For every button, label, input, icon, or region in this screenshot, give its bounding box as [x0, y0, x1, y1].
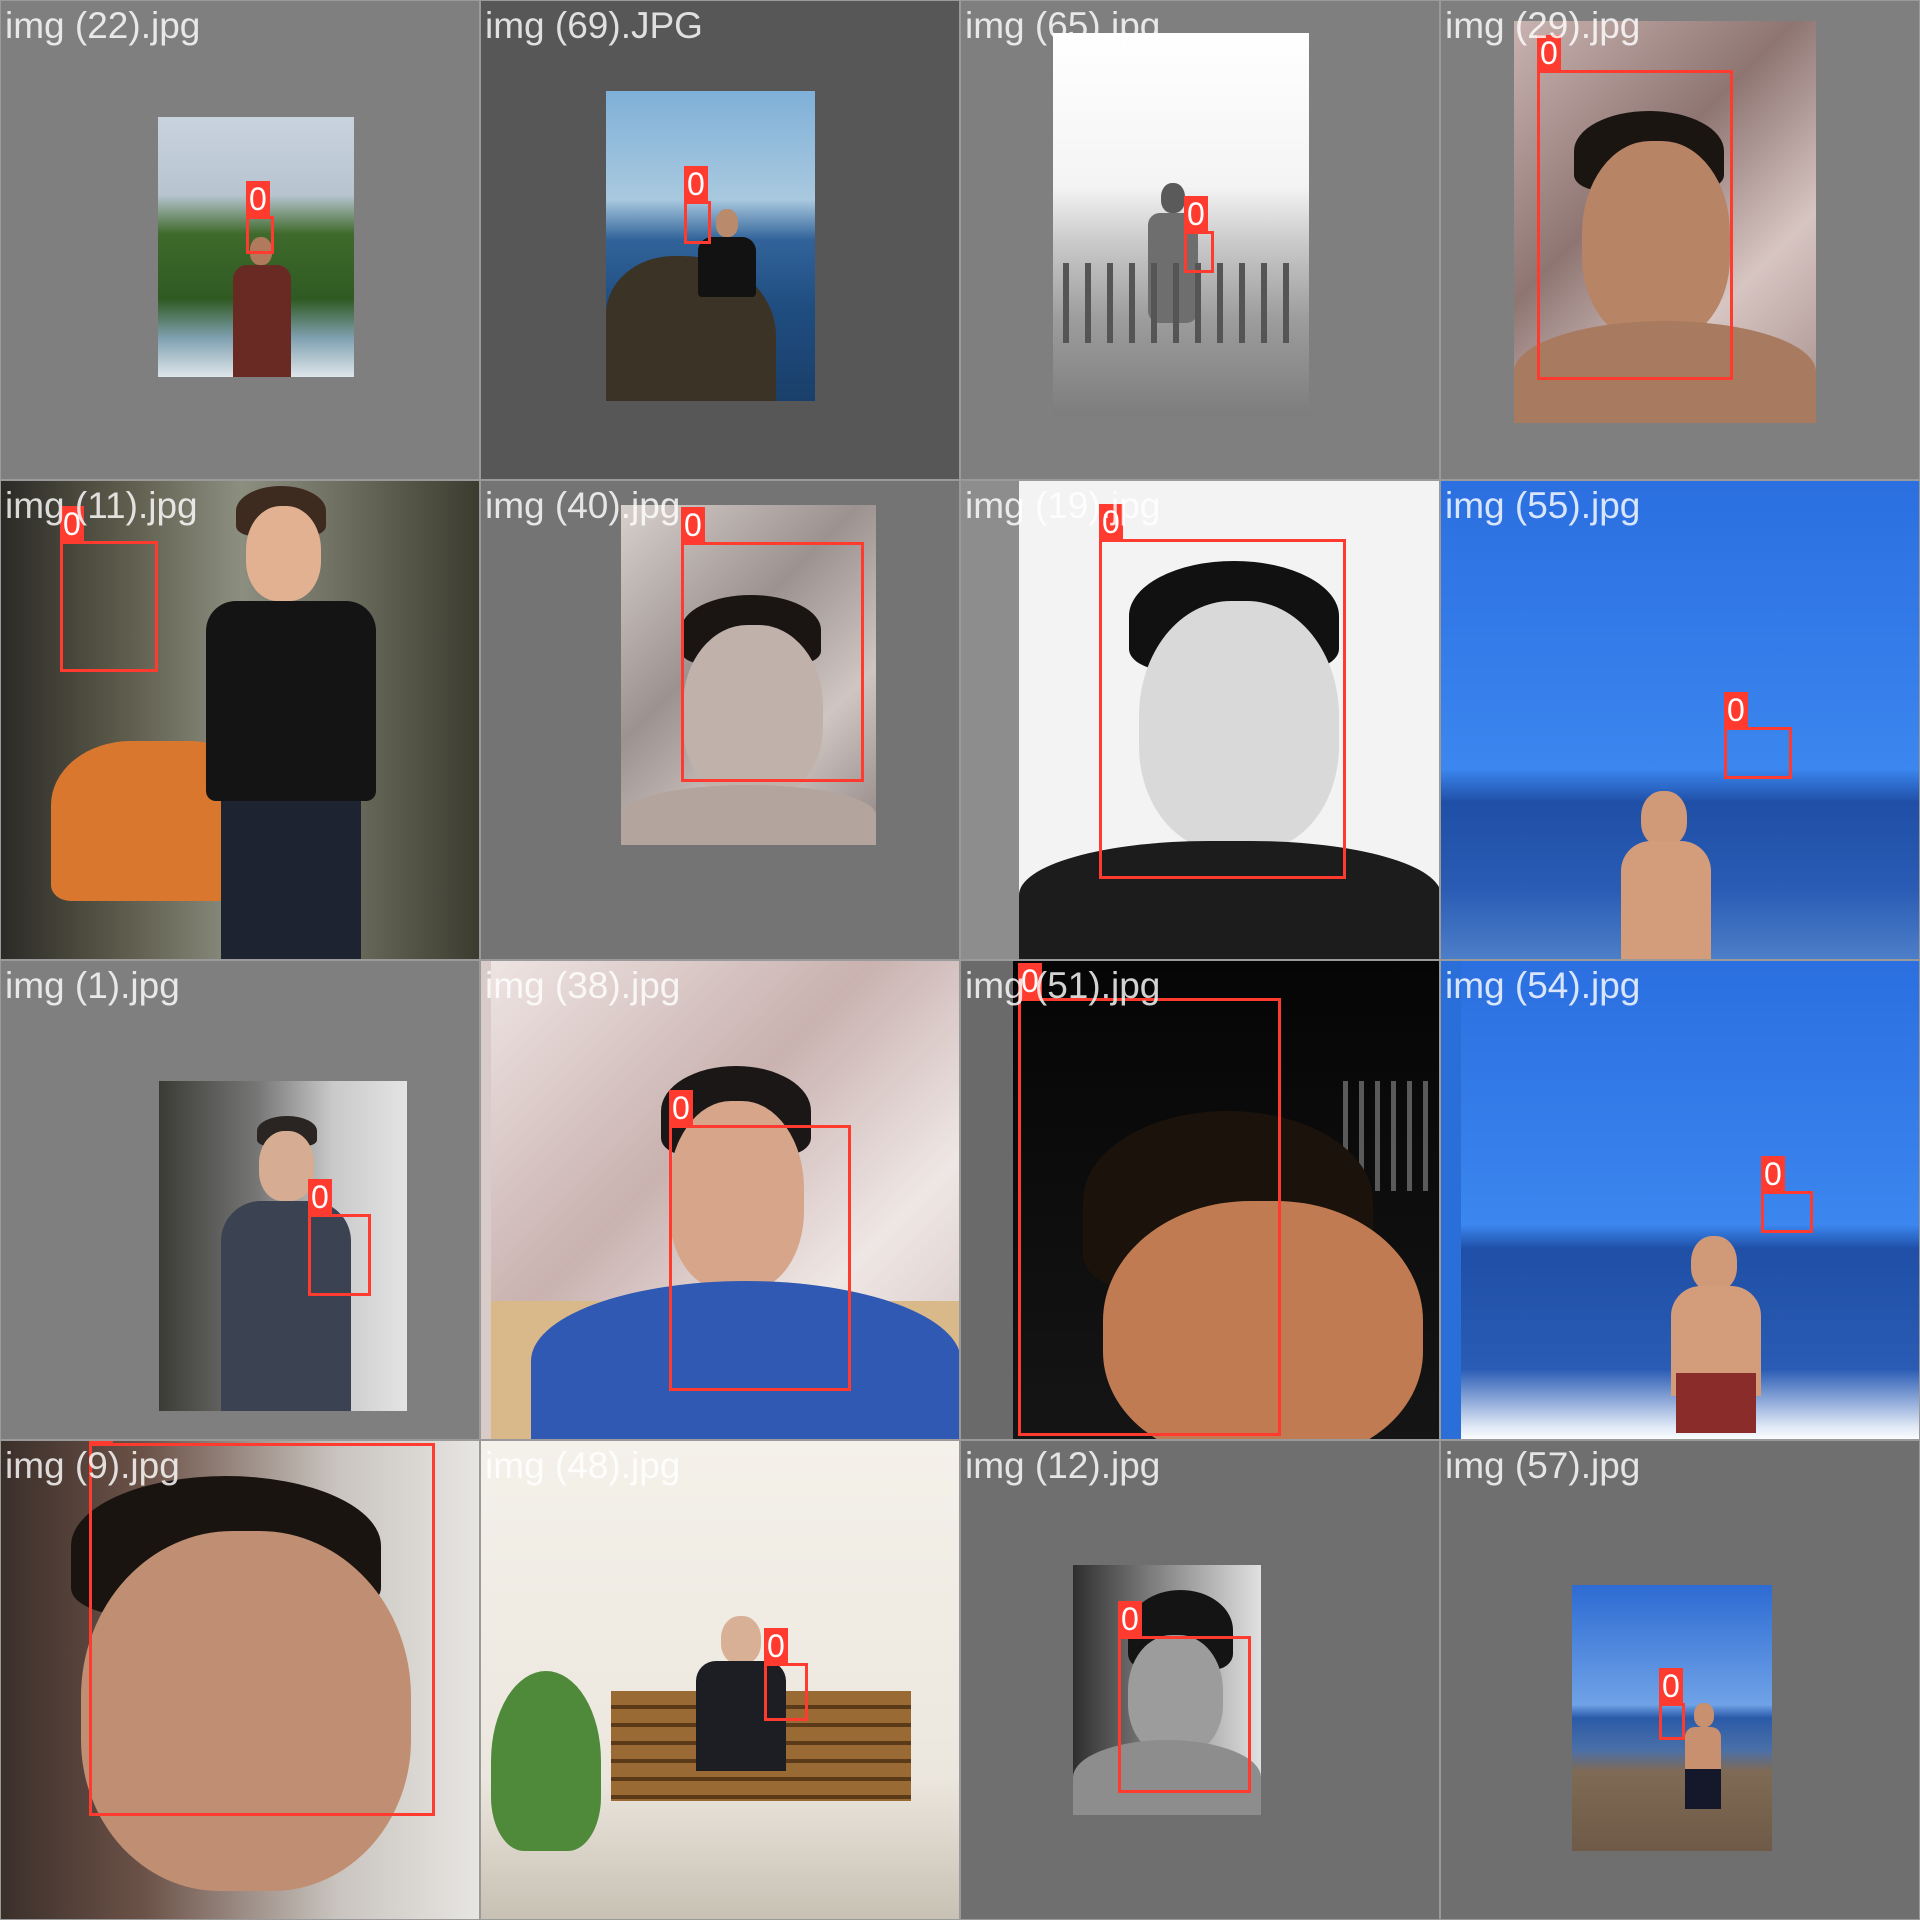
photo: [606, 91, 815, 401]
shorts: [1676, 1373, 1756, 1433]
filename: img (19).jpg: [965, 485, 1161, 526]
detection-box: 0: [764, 1628, 808, 1721]
filename: img (11).jpg: [5, 485, 198, 526]
person: [1694, 1703, 1714, 1727]
fence: [1063, 263, 1303, 343]
detection-box: 0: [1099, 504, 1346, 879]
tile: img (57).jpg 0: [1440, 1440, 1920, 1920]
person-body: [1621, 841, 1711, 959]
detection-box: 0: [1118, 1601, 1251, 1793]
tile: img (29).jpg 0: [1440, 0, 1920, 480]
filename: img (69).JPG: [485, 5, 703, 46]
detection-box: 0: [246, 181, 274, 254]
class-label: 0: [246, 181, 270, 217]
tile: img (55).jpg 0: [1440, 480, 1920, 960]
class-label: 0: [681, 507, 705, 543]
detection-box: 0: [1659, 1668, 1685, 1740]
tile: img (51).jpg 0: [960, 960, 1440, 1440]
tile: img (38).jpg 0: [480, 960, 960, 1440]
tile: img (1).jpg 0: [0, 960, 480, 1440]
filename: img (55).jpg: [1445, 485, 1641, 526]
filename: img (1).jpg: [5, 965, 180, 1006]
person-body: [698, 237, 756, 297]
class-label: 0: [1761, 1156, 1785, 1192]
class-label: 0: [1184, 196, 1208, 232]
tile: img (19).jpg 0: [960, 480, 1440, 960]
tile: img (9).jpg 0: [0, 1440, 480, 1920]
filename: img (65).jpg: [965, 5, 1161, 46]
plant: [491, 1671, 601, 1851]
person: [716, 209, 738, 237]
detection-box: 0: [89, 1441, 435, 1816]
detection-box: 0: [681, 507, 864, 782]
detection-box: 0: [669, 1090, 851, 1391]
detection-mosaic: img (22).jpg 0 img (69).JPG 0 img (65).j…: [0, 0, 1920, 1920]
person: [1161, 183, 1185, 213]
filename: img (29).jpg: [1445, 5, 1641, 46]
person: [721, 1616, 761, 1664]
filename: img (38).jpg: [485, 965, 681, 1006]
photo: [1053, 33, 1309, 416]
filename: img (12).jpg: [965, 1445, 1161, 1486]
tile: img (54).jpg 0: [1440, 960, 1920, 1440]
class-label: 0: [684, 166, 708, 202]
detection-box: 0: [1724, 692, 1792, 779]
tile: img (22).jpg 0: [0, 0, 480, 480]
person-body: [233, 265, 291, 377]
photo: [1441, 481, 1919, 959]
class-label: 0: [1659, 1668, 1683, 1704]
filename: img (9).jpg: [5, 1445, 180, 1486]
class-label: 0: [89, 1441, 113, 1444]
person-body: [206, 601, 376, 801]
tile: img (11).jpg 0: [0, 480, 480, 960]
tile: img (48).jpg 0: [480, 1440, 960, 1920]
filename: img (57).jpg: [1445, 1445, 1641, 1486]
detection-box: 0: [1184, 196, 1214, 273]
face: [259, 1131, 314, 1201]
class-label: 0: [1724, 692, 1748, 728]
detection-box: 0: [1537, 35, 1733, 380]
tile: img (65).jpg 0: [960, 0, 1440, 480]
detection-box: 0: [308, 1179, 371, 1296]
person: [1691, 1236, 1737, 1291]
tile: img (12).jpg 0: [960, 1440, 1440, 1920]
shorts: [1685, 1769, 1721, 1809]
class-label: 0: [764, 1628, 788, 1664]
detection-box: 0: [1018, 963, 1281, 1436]
filename: img (54).jpg: [1445, 965, 1641, 1006]
class-label: 0: [1118, 1601, 1142, 1637]
filename: img (22).jpg: [5, 5, 201, 46]
face: [246, 506, 321, 601]
shoulder: [621, 785, 876, 845]
class-label: 0: [669, 1090, 693, 1126]
detection-box: 0: [60, 506, 158, 672]
detection-box: 0: [684, 166, 711, 244]
class-label: 0: [308, 1179, 332, 1215]
tile: img (69).JPG 0: [480, 0, 960, 480]
person-body: [1685, 1727, 1721, 1771]
tile: img (40).jpg 0: [480, 480, 960, 960]
person: [1641, 791, 1687, 846]
pants: [221, 801, 361, 959]
detection-box: 0: [1761, 1156, 1813, 1233]
photo: [1461, 961, 1919, 1439]
filename: img (51).jpg: [965, 965, 1161, 1006]
filename: img (40).jpg: [485, 485, 681, 526]
photo: [481, 1441, 959, 1919]
filename: img (48).jpg: [485, 1445, 681, 1486]
